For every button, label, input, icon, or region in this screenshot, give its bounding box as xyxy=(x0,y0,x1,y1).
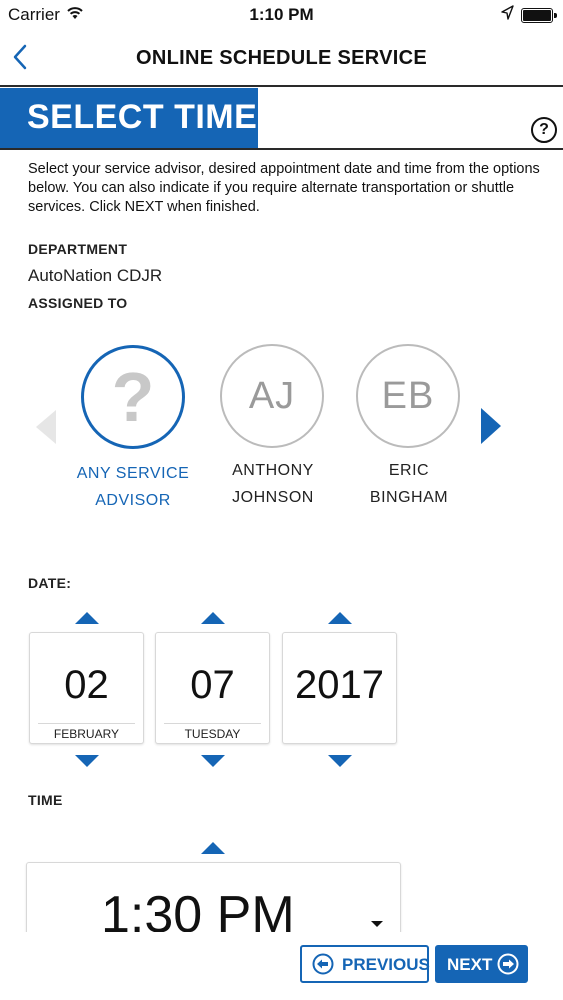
nav-bar: ONLINE SCHEDULE SERVICE xyxy=(0,32,563,86)
month-down-arrow-icon[interactable] xyxy=(75,755,99,767)
time-label: TIME xyxy=(28,792,63,808)
status-time: 1:10 PM xyxy=(249,5,314,24)
weekday-name: TUESDAY xyxy=(184,727,241,741)
date-label: DATE: xyxy=(28,575,72,591)
department-value: AutoNation CDJR xyxy=(28,266,163,285)
year-value: 2017 xyxy=(295,663,384,707)
question-mark-icon: ? xyxy=(111,358,155,436)
battery-icon xyxy=(521,8,557,23)
day-down-arrow-icon[interactable] xyxy=(201,755,225,767)
month-picker[interactable]: 02 FEBRUARY xyxy=(29,632,144,744)
header-divider xyxy=(0,148,563,150)
month-name: FEBRUARY xyxy=(53,727,120,741)
year-up-arrow-icon[interactable] xyxy=(328,612,352,624)
next-button[interactable]: NEXT xyxy=(435,945,528,983)
section-header: SELECT TIME xyxy=(0,88,258,148)
month-value: 02 xyxy=(64,663,109,707)
advisor-avatar-eb[interactable]: EB xyxy=(356,344,460,448)
previous-button-label: PREVIOUS xyxy=(342,955,430,974)
year-down-arrow-icon[interactable] xyxy=(328,755,352,767)
advisor-avatar-aj[interactable]: AJ xyxy=(220,344,324,448)
month-up-arrow-icon[interactable] xyxy=(75,612,99,624)
section-title: SELECT TIME xyxy=(27,98,258,136)
location-arrow-icon xyxy=(501,5,514,20)
time-up-arrow-icon[interactable] xyxy=(201,842,225,854)
time-picker[interactable]: 1:30 PM xyxy=(26,862,401,942)
page-title: ONLINE SCHEDULE SERVICE xyxy=(135,47,428,69)
help-icon[interactable]: ? xyxy=(531,117,557,143)
assigned-to-label: ASSIGNED TO xyxy=(28,295,128,311)
day-up-arrow-icon[interactable] xyxy=(201,612,225,624)
carousel-prev-arrow-icon[interactable] xyxy=(36,410,56,444)
day-picker[interactable]: 07 TUESDAY xyxy=(155,632,270,744)
year-picker[interactable]: 2017 xyxy=(282,632,397,744)
month-divider xyxy=(38,723,135,724)
previous-button[interactable]: PREVIOUS xyxy=(300,945,430,983)
next-button-label: NEXT xyxy=(447,955,493,974)
status-bar: Carrier 1:10 PM xyxy=(0,0,563,32)
advisor-name-aj[interactable]: ANTHONY JOHNSON xyxy=(198,457,348,511)
day-divider xyxy=(164,723,261,724)
day-value: 07 xyxy=(190,663,235,707)
instructions-text: Select your service advisor, desired app… xyxy=(28,161,540,215)
dropdown-caret-icon[interactable] xyxy=(371,921,383,927)
department-label: DEPARTMENT xyxy=(28,241,128,257)
arrow-left-circle-icon xyxy=(312,953,334,975)
nav-divider xyxy=(0,85,563,87)
arrow-right-circle-icon xyxy=(497,953,519,975)
carousel-next-arrow-icon[interactable] xyxy=(481,408,501,444)
advisor-name-any[interactable]: ANY SERVICE ADVISOR xyxy=(58,460,208,514)
advisor-name-eb[interactable]: ERIC BINGHAM xyxy=(334,457,484,511)
advisor-avatar-any[interactable]: ? xyxy=(81,345,185,449)
